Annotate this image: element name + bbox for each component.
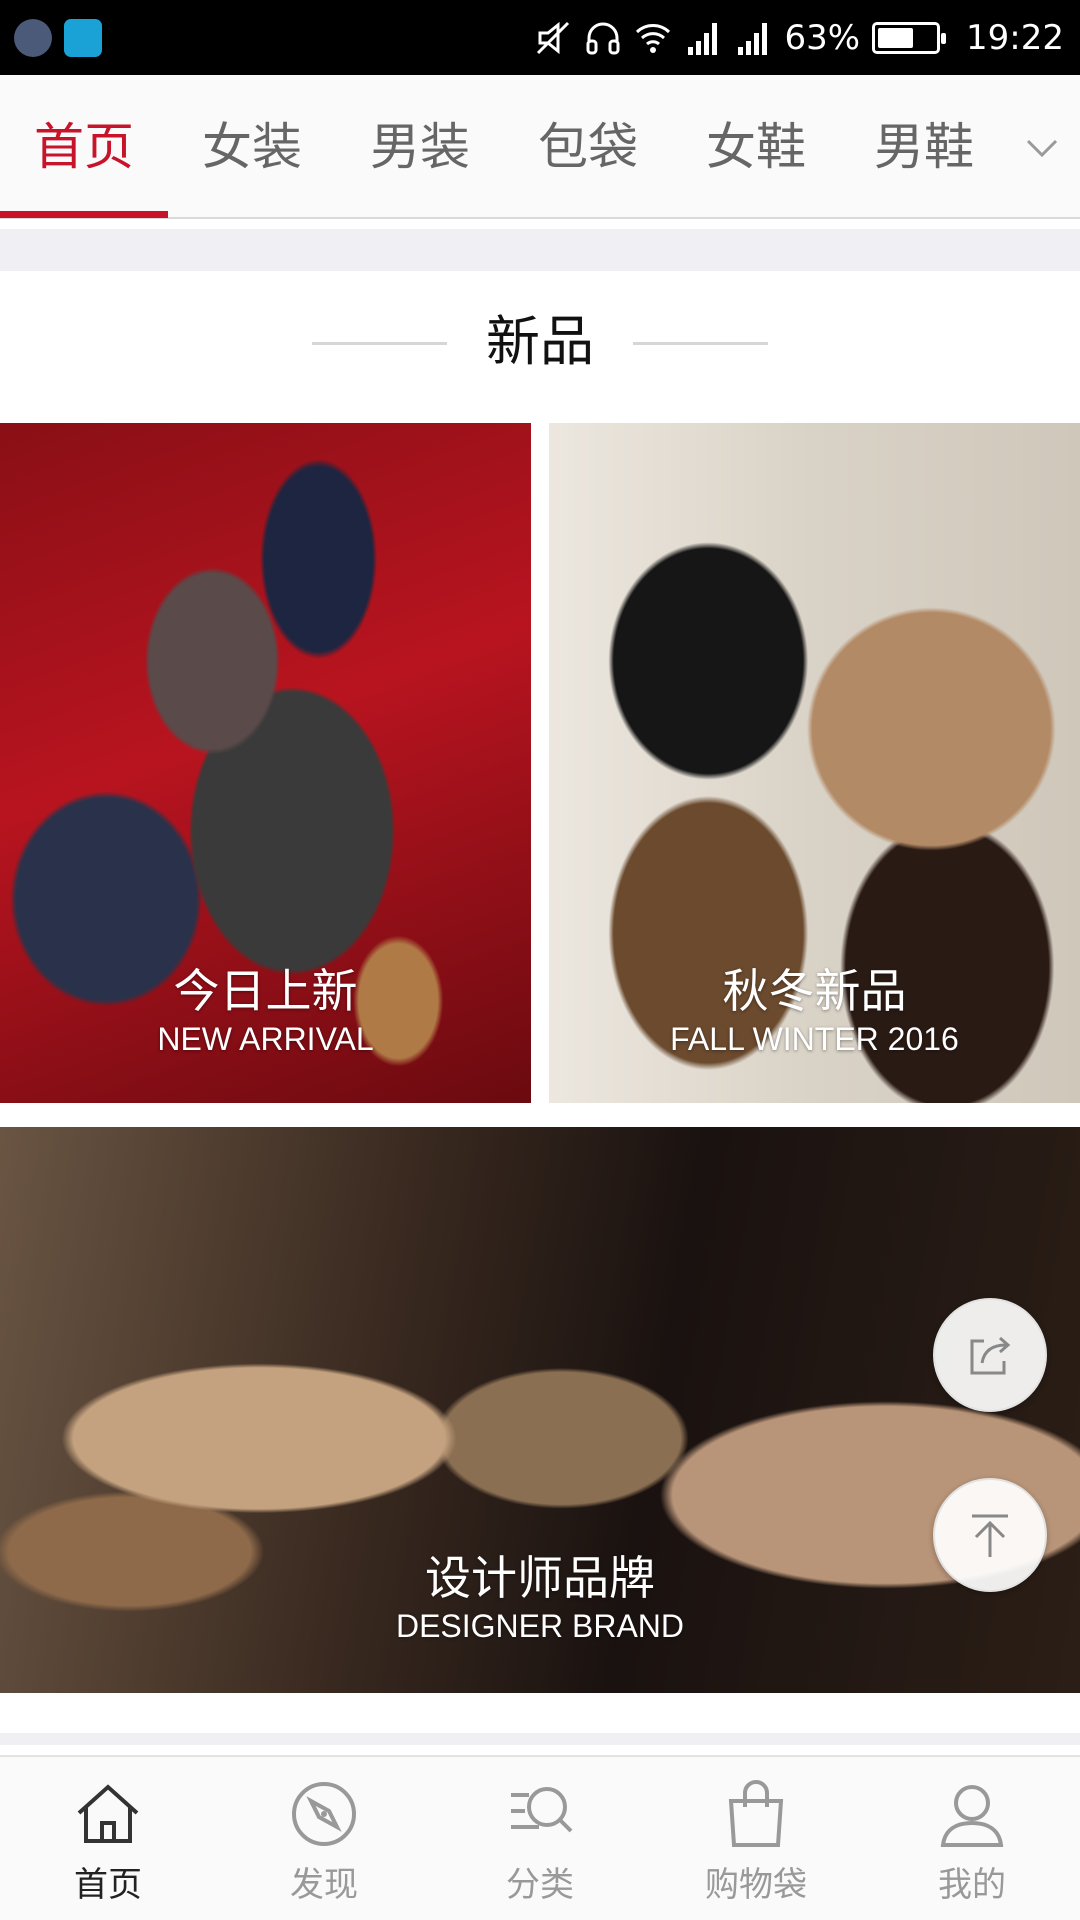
home-icon — [77, 1784, 139, 1843]
bottom-navigation: 首页 发现 分类 购物袋 我的 — [0, 1755, 1080, 1920]
tab-womens-clothing[interactable]: 女装 — [168, 75, 336, 219]
nav-home-label: 首页 — [74, 1865, 142, 1905]
nav-profile-label: 我的 — [938, 1865, 1006, 1905]
chevron-down-icon[interactable] — [1022, 127, 1062, 167]
fall-winter-subtitle: FALL WINTER 2016 — [670, 1021, 959, 1057]
title-line-right — [633, 342, 768, 345]
status-bar: 63% 19:22 — [0, 0, 1080, 75]
clock: 19:22 — [966, 17, 1064, 58]
compass-icon — [292, 1782, 356, 1846]
notification-app-icon — [14, 19, 52, 57]
tab-bags[interactable]: 包袋 — [504, 75, 672, 219]
category-search-icon — [511, 1787, 573, 1833]
nav-shopping-bag-label: 购物袋 — [705, 1865, 807, 1905]
nav-category-label: 分类 — [506, 1865, 574, 1905]
battery-percent: 63% — [784, 17, 861, 58]
new-arrival-subtitle: NEW ARRIVAL — [157, 1021, 374, 1057]
tab-mens-shoes[interactable]: 男鞋 — [840, 75, 1008, 219]
mute-icon — [537, 21, 570, 54]
bottom-divider — [0, 1733, 1080, 1745]
tab-mens-clothing[interactable]: 男装 — [336, 75, 504, 219]
battery-icon — [872, 21, 947, 54]
wifi-icon — [636, 23, 671, 53]
shopping-bag-icon — [728, 1780, 784, 1847]
nav-discover[interactable]: 发现 — [216, 1757, 432, 1920]
nav-discover-label: 发现 — [290, 1865, 358, 1905]
section-title: 新品 — [486, 310, 594, 373]
new-arrival-tile[interactable]: 今日上新 NEW ARRIVAL — [0, 423, 531, 1103]
new-arrival-title: 今日上新 — [173, 964, 358, 1018]
section-divider — [0, 229, 1080, 271]
share-icon — [970, 1336, 1011, 1375]
share-button[interactable] — [933, 1298, 1047, 1412]
nav-shopping-bag[interactable]: 购物袋 — [648, 1757, 864, 1920]
category-tab-bar: 首页 女装 男装 包袋 女鞋 男鞋 — [0, 75, 1080, 219]
signal-icon-2 — [738, 22, 768, 55]
fall-winter-tile[interactable]: 秋冬新品 FALL WINTER 2016 — [549, 423, 1080, 1103]
tab-womens-shoes[interactable]: 女鞋 — [672, 75, 840, 219]
nav-home[interactable]: 首页 — [0, 1757, 216, 1920]
nav-category[interactable]: 分类 — [432, 1757, 648, 1920]
notification-shield-icon — [64, 19, 102, 57]
designer-brand-subtitle: DESIGNER BRAND — [395, 1608, 685, 1644]
headset-icon — [586, 22, 620, 54]
battery-fill — [878, 27, 914, 48]
designer-brand-title: 设计师品牌 — [425, 1551, 655, 1605]
back-to-top-icon — [972, 1514, 1008, 1557]
signal-icon — [688, 22, 718, 55]
back-to-top-button[interactable] — [933, 1478, 1047, 1592]
profile-icon — [940, 1785, 1004, 1847]
nav-profile[interactable]: 我的 — [864, 1757, 1080, 1920]
active-tab-indicator — [0, 211, 168, 218]
tab-home[interactable]: 首页 — [0, 75, 168, 219]
designer-brand-tile[interactable]: 设计师品牌 DESIGNER BRAND — [0, 1127, 1080, 1693]
fall-winter-title: 秋冬新品 — [722, 964, 907, 1018]
